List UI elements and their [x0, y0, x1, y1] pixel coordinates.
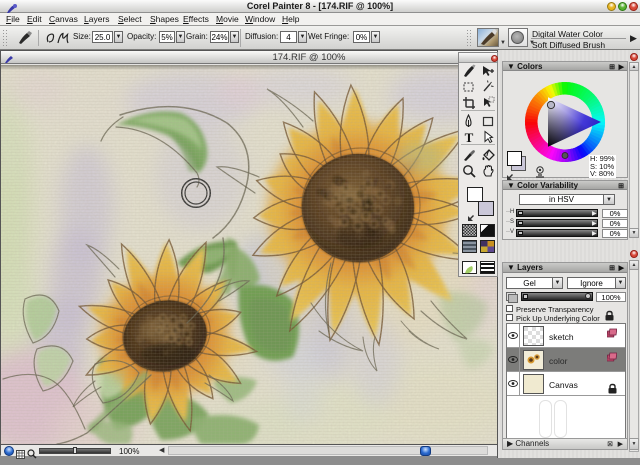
svg-text:T: T: [465, 130, 474, 144]
